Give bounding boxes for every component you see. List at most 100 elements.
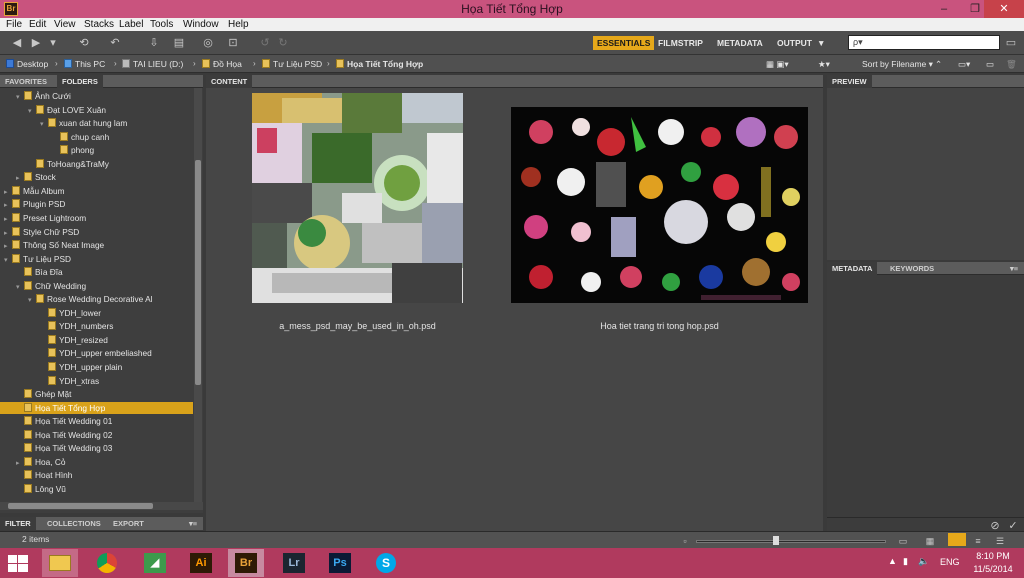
thumbnail-hoa-tiet-psd[interactable]	[511, 107, 808, 303]
back-arrow-icon[interactable]: ◀	[10, 36, 24, 50]
thumbnail-a-mess-psd[interactable]	[252, 93, 463, 303]
input-language[interactable]: ENG	[940, 557, 960, 567]
expand-toggle-icon[interactable]: ▾	[4, 255, 12, 267]
expand-toggle-icon[interactable]: ▾	[40, 119, 48, 131]
workspace-essentials[interactable]: ESSENTIALS	[593, 36, 655, 50]
photoshop-icon[interactable]: Ps	[322, 549, 358, 577]
panel-menu-icon[interactable]: ▾≡	[1005, 262, 1023, 275]
refine-icon[interactable]: ▤	[170, 36, 188, 50]
clock-date[interactable]: 11/5/2014	[968, 564, 1018, 574]
menu-edit[interactable]: Edit	[29, 18, 46, 31]
panel-menu-icon[interactable]: ▾≡	[184, 517, 202, 530]
thumbnail-size-slider-thumb[interactable]	[773, 536, 779, 545]
forward-arrow-icon[interactable]: ▶	[29, 36, 43, 50]
illustrator-icon[interactable]: Ai	[183, 549, 219, 577]
workspace-more-dropdown[interactable]: ▼	[813, 36, 829, 50]
open-recent-icon[interactable]: ▭▾	[958, 58, 970, 70]
expand-toggle-icon[interactable]: ▸	[4, 228, 12, 240]
folder-tree-item[interactable]: ▾ xuan dat hung lam	[40, 117, 127, 129]
tab-content[interactable]: CONTENT	[206, 75, 253, 88]
details-view-icon[interactable]: ≡	[970, 534, 986, 548]
coreldraw-icon[interactable]: ◢	[137, 549, 173, 577]
folder-tree-item[interactable]: ▸ Plugin PSD	[4, 198, 65, 210]
folder-tree-item[interactable]: YDH_resized	[40, 334, 108, 346]
workspace-filmstrip[interactable]: FILMSTRIP	[654, 36, 707, 50]
folder-tree-item[interactable]: ▾ Đạt LOVE Xuân	[28, 104, 106, 116]
content-area[interactable]: a_mess_psd_may_be_used_in_oh.psd Hoa tie…	[206, 88, 823, 531]
expand-toggle-icon[interactable]: ▸	[4, 214, 12, 226]
expand-toggle-icon[interactable]: ▸	[4, 187, 12, 199]
folder-tree-item[interactable]: ▸ Stock	[16, 171, 56, 183]
folder-tree-item[interactable]: chup canh	[52, 131, 109, 143]
folder-tree-item[interactable]: Họa Tiết Wedding 03	[16, 442, 112, 454]
folder-tree-item[interactable]: ▾ Tư Liệu PSD	[4, 253, 71, 265]
close-button[interactable]: ✕	[984, 0, 1024, 18]
folder-tree-item[interactable]: ▸ Preset Lightroom	[4, 212, 86, 224]
folder-tree-item[interactable]: Họa Tiết Wedding 01	[16, 415, 112, 427]
search-options-icon[interactable]: ▭	[1004, 36, 1018, 50]
skype-icon[interactable]: S	[368, 549, 404, 577]
workspace-metadata[interactable]: METADATA	[713, 36, 767, 50]
folder-tree-item[interactable]: Lông Vũ	[16, 483, 66, 495]
folder-tree-item[interactable]: Họa Tiết Tổng Hợp	[16, 402, 105, 414]
folder-tree-item[interactable]: Ghép Mặt	[16, 388, 71, 400]
menu-help[interactable]: Help	[228, 18, 249, 31]
folder-tree-item[interactable]: YDH_xtras	[40, 375, 99, 387]
chrome-icon[interactable]	[89, 549, 125, 577]
boomerang-icon[interactable]: ↶	[108, 36, 122, 50]
tab-favorites[interactable]: FAVORITES	[0, 75, 52, 88]
folder-tree-item[interactable]: ▸ Mẫu Album	[4, 185, 65, 197]
windows-start-icon[interactable]	[8, 555, 28, 572]
grid-view-icon[interactable]: ▦	[922, 534, 938, 548]
crumb-drive[interactable]: TAI LIEU (D:)	[122, 58, 183, 70]
sort-dropdown[interactable]: Sort by Filename ▾	[862, 58, 933, 70]
folder-tree-item[interactable]: Hoạt Hình	[16, 469, 72, 481]
menu-window[interactable]: Window	[183, 18, 219, 31]
folder-tree-item[interactable]: phong	[52, 144, 94, 156]
list-view-icon[interactable]: ☰	[992, 534, 1008, 548]
menu-label[interactable]: Label	[119, 18, 143, 31]
tab-metadata[interactable]: METADATA	[827, 262, 878, 275]
folder-tree-item[interactable]: YDH_upper plain	[40, 361, 122, 373]
dropdown-arrow-icon[interactable]: ▾	[48, 36, 58, 50]
recent-folder-icon[interactable]: ⟲	[75, 36, 93, 50]
tree-scrollbar-thumb[interactable]	[195, 160, 201, 385]
menu-file[interactable]: File	[6, 18, 22, 31]
folder-tree-item[interactable]: ▸ Style Chữ PSD	[4, 226, 79, 238]
folder-tree-item[interactable]: Bìa Đĩa	[16, 266, 63, 278]
menu-view[interactable]: View	[54, 18, 76, 31]
network-icon[interactable]: ▮	[903, 556, 908, 567]
expand-toggle-icon[interactable]: ▸	[16, 173, 24, 185]
delete-icon[interactable]: 🗑	[1006, 58, 1017, 70]
expand-toggle-icon[interactable]: ▾	[28, 106, 36, 118]
folder-tree-item[interactable]: ▾ Chữ Wedding	[16, 280, 86, 292]
volume-icon[interactable]: 🔈	[918, 556, 929, 567]
tab-preview[interactable]: PREVIEW	[827, 75, 872, 88]
workspace-output[interactable]: OUTPUT	[773, 36, 816, 50]
folder-tree-item[interactable]: Nơ Quà	[16, 497, 64, 498]
output-icon[interactable]: ⊡	[222, 36, 244, 50]
crumb-this-pc[interactable]: This PC	[64, 58, 105, 70]
thumbnail-view-button[interactable]	[948, 533, 966, 546]
new-folder-icon[interactable]: ▭	[986, 58, 994, 70]
tab-export[interactable]: EXPORT	[108, 517, 149, 530]
expand-toggle-icon[interactable]: ▸	[4, 241, 12, 253]
sort-direction-icon[interactable]: ⌃	[935, 58, 942, 70]
folder-tree-item[interactable]: ▾ Rose Wedding Decorative Al	[28, 293, 152, 305]
tab-folders[interactable]: FOLDERS	[57, 75, 103, 88]
menu-stacks[interactable]: Stacks	[84, 18, 114, 31]
crumb-current-folder[interactable]: Họa Tiết Tổng Hợp	[336, 58, 423, 70]
expand-toggle-icon[interactable]: ▸	[4, 200, 12, 212]
zoom-in-icon[interactable]: ▭	[896, 534, 910, 548]
expand-toggle-icon[interactable]: ▾	[16, 282, 24, 294]
lightroom-icon[interactable]: Lr	[276, 549, 312, 577]
crumb-desktop[interactable]: Desktop	[6, 58, 48, 70]
crumb-tu-lieu-psd[interactable]: Tư Liệu PSD	[262, 58, 322, 70]
menu-tools[interactable]: Tools	[150, 18, 173, 31]
thumbnail-quality-icon[interactable]: ▦ ▣▾	[766, 58, 789, 70]
folder-tree-item[interactable]: YDH_upper embeliashed	[40, 347, 152, 359]
open-in-camera-raw-icon[interactable]: ◎	[201, 36, 215, 50]
folder-tree-item[interactable]: ▾ Ảnh Cưới	[16, 90, 71, 102]
zoom-out-icon[interactable]: ▫	[680, 534, 690, 548]
folder-tree-item[interactable]: ToHoang&TraMy	[28, 158, 109, 170]
